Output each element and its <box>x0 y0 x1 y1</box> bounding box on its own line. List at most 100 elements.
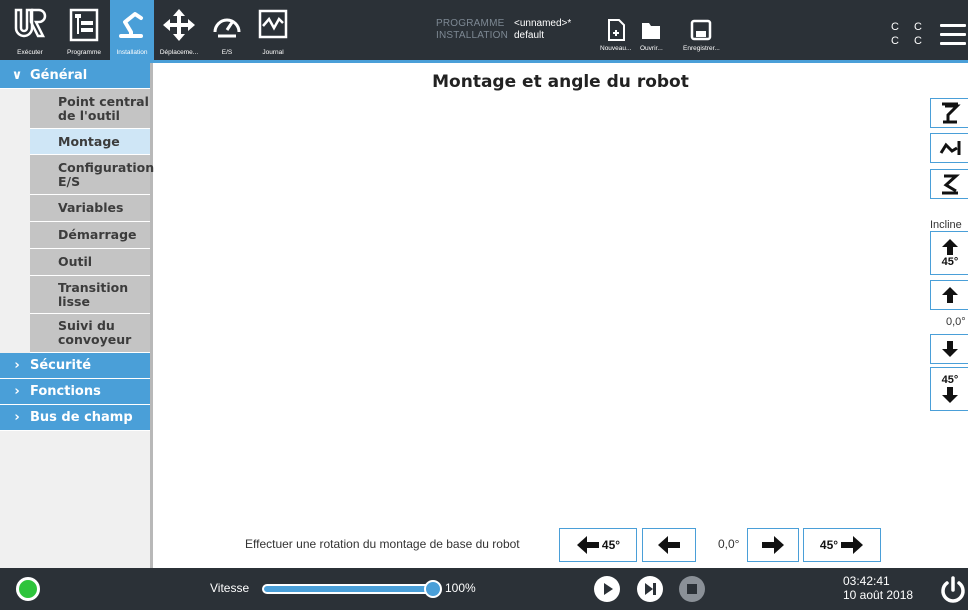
play-icon <box>604 583 613 595</box>
power-icon[interactable] <box>940 576 966 604</box>
installation-key: INSTALLATION <box>436 30 509 41</box>
move-arrows-icon <box>163 9 195 41</box>
stop-icon <box>687 584 697 594</box>
sidebar-item-label: Outil <box>58 254 93 269</box>
nav-installation-label: Installation <box>116 49 148 56</box>
nav-programme-label: Programme <box>67 49 101 56</box>
nav-journal-label: Journal <box>262 49 284 56</box>
nav-es-button[interactable]: E/S <box>204 0 250 60</box>
tilt-down-45-label: 45° <box>941 374 959 386</box>
rotate-right-45-label: 45° <box>819 538 839 552</box>
arrow-up-icon <box>942 287 958 303</box>
sidebar-section-bus-de-champ[interactable]: › Bus de champ <box>0 405 150 431</box>
sidebar-section-label: Sécurité <box>30 358 92 373</box>
cc-indicator: C C C C <box>891 20 928 48</box>
cc-bottom: C C <box>891 35 928 47</box>
new-file-icon <box>607 19 625 41</box>
sidebar-item-transition-lisse[interactable]: Transition lisse <box>30 276 150 314</box>
tilt-down-45-button[interactable]: 45° <box>930 367 968 411</box>
sidebar-section-label: Fonctions <box>30 384 101 399</box>
sidebar-section-fonctions[interactable]: › Fonctions <box>0 379 150 405</box>
save-file-button[interactable]: Enregistrer... <box>683 18 720 52</box>
rotate-left-45-label: 45° <box>601 538 621 552</box>
bottom-bar: Vitesse 100% 03:42:41 10 août 2018 <box>0 568 968 610</box>
chevron-right-icon: › <box>14 384 20 399</box>
mount-floor-button[interactable] <box>930 98 968 128</box>
arrow-down-icon <box>942 387 958 403</box>
sidebar-item-configuration-es[interactable]: Configuration E/S <box>30 155 154 195</box>
top-bar: Exécuter Programme Installation Déplacem… <box>0 0 968 63</box>
clock-date: 10 août 2018 <box>843 588 914 602</box>
sidebar-item-label: Suivi du convoyeur <box>58 318 132 347</box>
ur-logo-icon <box>14 8 47 38</box>
program-info: PROGRAMME <unnamed>* INSTALLATION default <box>436 18 571 42</box>
nav-programme-button[interactable]: Programme <box>58 0 110 60</box>
hamburger-menu-icon[interactable] <box>940 24 966 51</box>
sidebar-item-label: Démarrage <box>58 227 137 242</box>
rotate-right-button[interactable] <box>747 528 799 562</box>
step-button[interactable] <box>637 576 663 602</box>
sidebar-item-label: Configuration E/S <box>58 159 155 189</box>
robot-status-indicator[interactable] <box>16 577 40 601</box>
open-file-button[interactable]: Ouvrir... <box>640 18 663 52</box>
speed-value: 100% <box>445 581 476 595</box>
sidebar-item-suivi-convoyeur[interactable]: Suivi du convoyeur <box>30 314 150 353</box>
save-file-label: Enregistrer... <box>683 45 720 52</box>
nav-journal-button[interactable]: Journal <box>250 0 296 60</box>
sidebar-item-label: Transition lisse <box>58 279 129 309</box>
speed-label: Vitesse <box>210 581 250 595</box>
sidebar-item-outil[interactable]: Outil <box>30 249 150 276</box>
sidebar-item-demarrage[interactable]: Démarrage <box>30 222 150 249</box>
clock: 03:42:41 10 août 2018 <box>843 574 913 602</box>
tilt-up-button[interactable] <box>930 280 968 310</box>
log-graph-icon <box>258 9 288 39</box>
arrow-left-icon <box>576 536 599 554</box>
tilt-up-45-button[interactable]: 45° <box>930 231 968 275</box>
programme-key: PROGRAMME <box>436 18 505 29</box>
sidebar-section-securite[interactable]: › Sécurité <box>0 353 150 379</box>
open-file-label: Ouvrir... <box>640 45 663 52</box>
arrow-right-icon <box>841 536 864 554</box>
nav-deplacement-button[interactable]: Déplaceme... <box>154 0 204 60</box>
mount-wall-button[interactable] <box>930 133 968 163</box>
stop-button[interactable] <box>679 576 705 602</box>
rotate-right-45-button[interactable]: 45° <box>803 528 881 562</box>
arrow-right-icon <box>762 536 784 554</box>
programme-value: <unnamed>* <box>514 18 572 29</box>
save-icon <box>691 19 712 41</box>
sidebar-item-variables[interactable]: Variables <box>30 195 150 222</box>
nav-executer-button[interactable]: Exécuter <box>2 0 58 60</box>
rotate-left-45-button[interactable]: 45° <box>559 528 637 562</box>
rotation-label: Effectuer une rotation du montage de bas… <box>245 537 520 551</box>
nav-installation-button[interactable]: Installation <box>110 0 154 60</box>
sidebar-section-label: Général <box>30 68 88 83</box>
nav-executer-label: Exécuter <box>17 49 43 56</box>
speed-slider[interactable] <box>262 584 432 594</box>
arrow-up-icon <box>942 239 958 255</box>
mount-wall-icon <box>939 141 961 155</box>
sidebar-item-tcp[interactable]: Point central de l'outil <box>30 89 150 129</box>
play-button[interactable] <box>594 576 620 602</box>
sidebar-item-montage[interactable]: Montage <box>30 129 150 155</box>
step-icon <box>645 583 656 595</box>
sidebar-section-general[interactable]: ∨ Général <box>0 63 150 89</box>
sidebar-item-label: Variables <box>58 200 124 215</box>
speed-slider-knob[interactable] <box>424 580 442 598</box>
nav-deplacement-label: Déplaceme... <box>159 49 199 56</box>
cc-top: C C <box>891 21 928 33</box>
rotation-value: 0,0° <box>718 537 740 551</box>
arrow-left-icon <box>658 536 680 554</box>
mount-ceiling-icon <box>942 174 960 195</box>
tilt-down-button[interactable] <box>930 334 968 364</box>
program-tree-icon <box>69 8 99 42</box>
mount-ceiling-button[interactable] <box>930 169 968 199</box>
chevron-right-icon: › <box>14 410 20 425</box>
io-gauge-icon <box>213 18 241 38</box>
robot-arm-icon <box>119 12 143 38</box>
sidebar-item-label: Point central de l'outil <box>58 93 149 123</box>
sidebar-section-label: Bus de champ <box>30 410 133 425</box>
rotate-left-button[interactable] <box>642 528 696 562</box>
open-folder-icon <box>642 23 661 39</box>
new-file-button[interactable]: Nouveau... <box>600 18 631 52</box>
chevron-right-icon: › <box>14 358 20 373</box>
